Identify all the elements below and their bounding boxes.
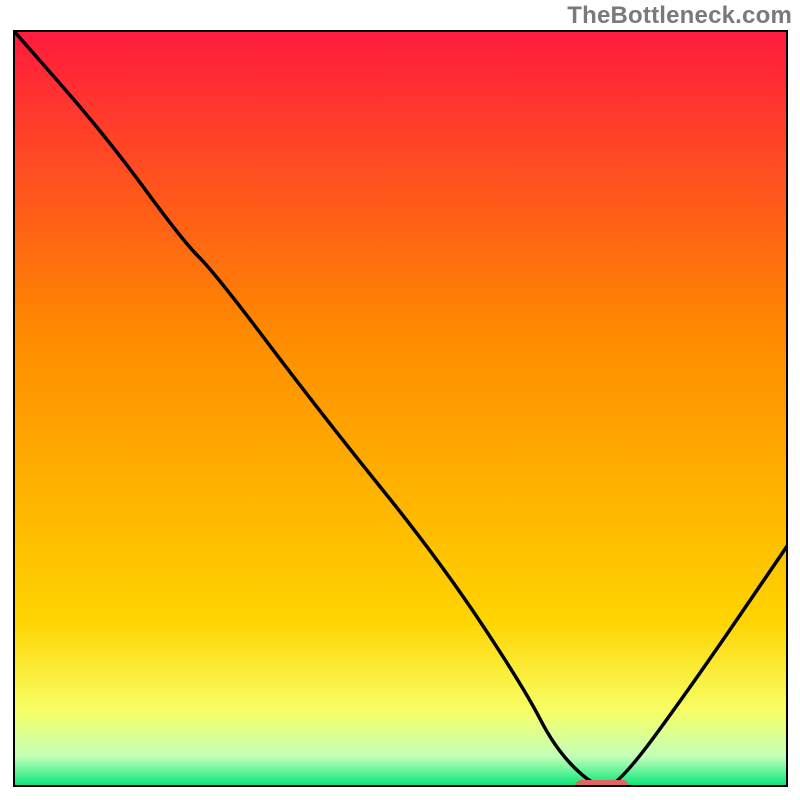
chart-stage: TheBottleneck.com (0, 0, 800, 800)
watermark-label: TheBottleneck.com (567, 2, 792, 30)
chart-plot-area (13, 30, 788, 787)
gradient-background (13, 30, 788, 787)
chart-svg (13, 30, 788, 787)
